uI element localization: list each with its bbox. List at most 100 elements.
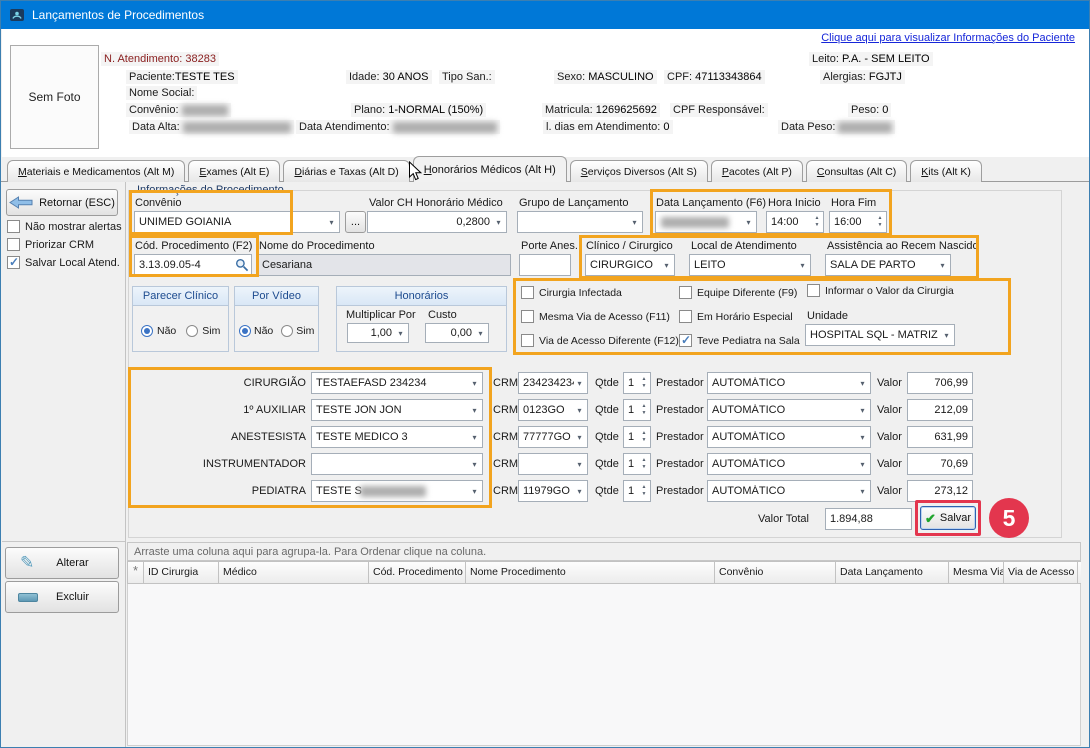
column-header-mesma-via[interactable]: Mesma Via ( xyxy=(949,561,1004,584)
alterar-button[interactable]: ✎ Alterar xyxy=(5,547,119,579)
crm-combobox[interactable]: 2342342340 ▾ xyxy=(518,372,588,394)
local-atendimento-combobox[interactable]: LEITO ▾ xyxy=(689,254,811,276)
parecer-nao-radio[interactable] xyxy=(141,325,153,337)
spinner-buttons[interactable]: ▲▼ xyxy=(638,454,650,474)
priorizar-crm-checkbox[interactable] xyxy=(7,238,20,251)
prestador-combobox[interactable]: AUTOMÁTICO ▾ xyxy=(707,426,871,448)
chevron-down-icon[interactable]: ▾ xyxy=(491,212,506,232)
patient-info-link[interactable]: Clique aqui para visualizar Informações … xyxy=(821,32,1075,44)
equipe-diferente-checkbox[interactable] xyxy=(679,286,692,299)
unidade-combobox[interactable]: HOSPITAL SQL - MATRIZ ▾ xyxy=(805,324,955,346)
crm-combobox[interactable]: ▾ xyxy=(518,453,588,475)
horario-especial-checkbox[interactable] xyxy=(679,310,692,323)
excluir-button[interactable]: Excluir xyxy=(5,581,119,613)
valor-field[interactable]: 706,99 xyxy=(907,372,973,394)
column-header-via-acesso[interactable]: Via de Acesso xyxy=(1004,561,1078,584)
column-header-clipped[interactable]: E xyxy=(1078,561,1081,584)
hora-fim-spinner[interactable]: 16:00 ▲▼ xyxy=(829,211,887,233)
chevron-down-icon[interactable]: ▾ xyxy=(659,255,674,275)
qtde-spinner[interactable]: 1 ▲▼ xyxy=(623,372,651,394)
chevron-down-icon[interactable]: ▾ xyxy=(324,212,339,232)
chevron-down-icon[interactable]: ▾ xyxy=(939,325,954,345)
spinner-buttons[interactable]: ▲▼ xyxy=(811,212,823,232)
chevron-down-icon[interactable]: ▾ xyxy=(795,255,810,275)
tab-materiais[interactable]: Materiais e Medicamentos (Alt M) xyxy=(7,160,185,182)
valor-field[interactable]: 273,12 xyxy=(907,480,973,502)
chevron-down-icon[interactable]: ▾ xyxy=(572,427,587,447)
prestador-combobox[interactable]: AUTOMÁTICO ▾ xyxy=(707,453,871,475)
column-header-nome-procedimento[interactable]: Nome Procedimento xyxy=(466,561,715,584)
tab-kits[interactable]: Kits (Alt K) xyxy=(910,160,982,182)
tab-exames[interactable]: Exames (Alt E) xyxy=(188,160,280,182)
tab-consultas[interactable]: Consultas (Alt C) xyxy=(806,160,907,182)
crm-combobox[interactable]: 11979GO ▾ xyxy=(518,480,588,502)
cod-procedimento-field[interactable]: 3.13.09.05-4 xyxy=(134,254,252,276)
chevron-down-icon[interactable]: ▾ xyxy=(467,427,482,447)
grid-body-empty[interactable] xyxy=(127,584,1081,746)
spinner-buttons[interactable]: ▲▼ xyxy=(638,427,650,447)
porte-anes-field[interactable] xyxy=(519,254,571,276)
chevron-down-icon[interactable]: ▾ xyxy=(572,454,587,474)
spinner-buttons[interactable]: ▲▼ xyxy=(638,400,650,420)
browse-button[interactable]: ... xyxy=(345,211,366,233)
video-sim-radio[interactable] xyxy=(281,325,293,337)
grid-groupby-bar[interactable]: Arraste uma coluna aqui para agrupa-la. … xyxy=(127,542,1081,561)
valor-field[interactable]: 631,99 xyxy=(907,426,973,448)
tab-servicos[interactable]: Serviços Diversos (Alt S) xyxy=(570,160,708,182)
chevron-down-icon[interactable]: ▾ xyxy=(467,400,482,420)
parecer-sim-radio[interactable] xyxy=(186,325,198,337)
chevron-down-icon[interactable]: ▾ xyxy=(572,481,587,501)
crm-combobox[interactable]: 77777GO ▾ xyxy=(518,426,588,448)
cirurgia-infectada-checkbox[interactable] xyxy=(521,286,534,299)
search-icon[interactable] xyxy=(235,258,249,275)
team-doctor-combobox[interactable]: ▾ xyxy=(311,453,483,475)
column-header-cod-procedimento[interactable]: Cód. Procedimento xyxy=(369,561,466,584)
chevron-down-icon[interactable]: ▾ xyxy=(467,454,482,474)
hora-inicio-spinner[interactable]: 14:00 ▲▼ xyxy=(766,211,824,233)
clinico-cirurgico-combobox[interactable]: CIRURGICO ▾ xyxy=(585,254,675,276)
qtde-spinner[interactable]: 1 ▲▼ xyxy=(623,480,651,502)
valor-ch-combobox[interactable]: 0,2800 ▾ xyxy=(367,211,507,233)
chevron-down-icon[interactable]: ▾ xyxy=(627,212,642,232)
qtde-spinner[interactable]: 1 ▲▼ xyxy=(623,399,651,421)
chevron-down-icon[interactable]: ▾ xyxy=(935,255,950,275)
chevron-down-icon[interactable]: ▾ xyxy=(855,481,870,501)
qtde-spinner[interactable]: 1 ▲▼ xyxy=(623,426,651,448)
chevron-down-icon[interactable]: ▾ xyxy=(393,324,408,342)
tab-pacotes[interactable]: Pacotes (Alt P) xyxy=(711,160,803,182)
spinner-buttons[interactable]: ▲▼ xyxy=(638,373,650,393)
retornar-button[interactable]: Retornar (ESC) xyxy=(6,189,118,216)
video-nao-radio[interactable] xyxy=(239,325,251,337)
team-doctor-combobox[interactable]: TESTE JON JON ▾ xyxy=(311,399,483,421)
pediatra-sala-checkbox[interactable] xyxy=(679,334,692,347)
convenio-combobox[interactable]: UNIMED GOIANIA ▾ xyxy=(134,211,340,233)
team-doctor-combobox[interactable]: TESTAEFASD 234234 ▾ xyxy=(311,372,483,394)
chevron-down-icon[interactable]: ▾ xyxy=(467,481,482,501)
prestador-combobox[interactable]: AUTOMÁTICO ▾ xyxy=(707,372,871,394)
mesma-via-checkbox[interactable] xyxy=(521,310,534,323)
valor-field[interactable]: 70,69 xyxy=(907,453,973,475)
data-lancamento-combobox[interactable]: ▾ xyxy=(655,211,757,233)
column-header-data-lancamento[interactable]: Data Lançamento xyxy=(836,561,949,584)
spinner-buttons[interactable]: ▲▼ xyxy=(874,212,886,232)
chevron-down-icon[interactable]: ▾ xyxy=(855,373,870,393)
salvar-button[interactable]: ✔ Salvar xyxy=(920,506,976,530)
custo-combobox[interactable]: 0,00 ▾ xyxy=(425,323,489,343)
chevron-down-icon[interactable]: ▾ xyxy=(572,400,587,420)
chevron-down-icon[interactable]: ▾ xyxy=(855,400,870,420)
prestador-combobox[interactable]: AUTOMÁTICO ▾ xyxy=(707,480,871,502)
via-diferente-checkbox[interactable] xyxy=(521,334,534,347)
chevron-down-icon[interactable]: ▾ xyxy=(855,454,870,474)
chevron-down-icon[interactable]: ▾ xyxy=(473,324,488,342)
team-doctor-combobox[interactable]: TESTE S ▾ xyxy=(311,480,483,502)
chevron-down-icon[interactable]: ▾ xyxy=(572,373,587,393)
tab-diarias[interactable]: Diárias e Taxas (Alt D) xyxy=(283,160,409,182)
qtde-spinner[interactable]: 1 ▲▼ xyxy=(623,453,651,475)
chevron-down-icon[interactable]: ▾ xyxy=(741,212,756,232)
valor-field[interactable]: 212,09 xyxy=(907,399,973,421)
informar-valor-checkbox[interactable] xyxy=(807,284,820,297)
nao-mostrar-alertas-checkbox[interactable] xyxy=(7,220,20,233)
prestador-combobox[interactable]: AUTOMÁTICO ▾ xyxy=(707,399,871,421)
multiplicar-combobox[interactable]: 1,00 ▾ xyxy=(347,323,409,343)
column-header-convenio[interactable]: Convênio xyxy=(715,561,836,584)
